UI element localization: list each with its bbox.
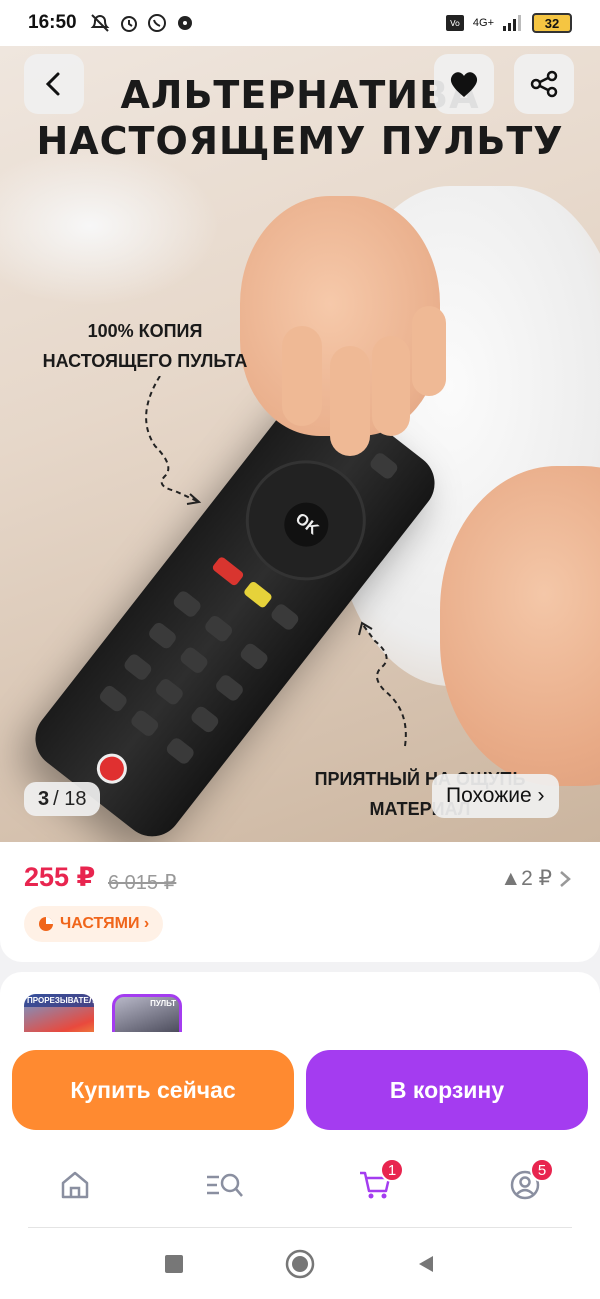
network-type: 4G+	[472, 17, 494, 29]
action-bar: Купить сейчас В корзину	[0, 1032, 600, 1142]
status-bar: 16:50 Vo 4G+ 32	[0, 0, 600, 46]
remote-button	[368, 450, 400, 482]
buy-now-button[interactable]: Купить сейчас	[12, 1050, 294, 1130]
bonus-points[interactable]: ▲2 ₽	[500, 866, 572, 891]
profile-badge: 5	[530, 1158, 554, 1182]
current-price: 255 ₽	[24, 862, 96, 892]
remote-yellow-button	[242, 580, 274, 609]
chevron-left-icon	[45, 72, 60, 96]
remote-button	[202, 613, 235, 644]
alarm-icon	[120, 16, 137, 32]
remote-button	[122, 651, 154, 683]
share-button[interactable]	[514, 54, 574, 114]
svg-text:Vo: Vo	[450, 19, 460, 28]
product-image-gallery[interactable]: OK АЛЬТЕРНАТИВА НАСТОЯЩЕМУ ПУЛЬТУ 100% К…	[0, 46, 600, 842]
tab-catalog[interactable]	[150, 1142, 300, 1228]
system-navigation-bar	[0, 1228, 600, 1299]
bottom-tab-bar: 1 5	[0, 1142, 600, 1228]
image-finger	[372, 336, 410, 436]
remote-button	[128, 708, 161, 739]
similar-button[interactable]: Похожие ›	[432, 774, 559, 818]
image-note-copy-line2: НАСТОЯЩЕГО ПУЛЬТА	[42, 351, 248, 371]
chat-icon	[177, 16, 192, 30]
remote-button	[269, 601, 301, 633]
remote-power-button	[90, 747, 133, 790]
home-circle-icon[interactable]	[285, 1249, 315, 1279]
remote-ok-label: OK	[275, 493, 338, 556]
image-finger	[282, 326, 322, 426]
remote-button	[164, 735, 197, 767]
remote-button	[178, 645, 210, 676]
remote-button	[213, 672, 246, 704]
remote-red-button	[211, 555, 245, 587]
image-counter: 3 / 18	[24, 782, 101, 816]
catalog-search-icon	[207, 1173, 243, 1197]
share-icon	[530, 70, 558, 98]
variant-thumb-label: ПРОРЕЗЫВАТЕЛЬ	[24, 994, 94, 1007]
remote-button	[189, 704, 221, 735]
image-counter-total: / 18	[53, 787, 87, 810]
image-note-copy: 100% КОПИЯ НАСТОЯЩЕГО ПУЛЬТА	[30, 316, 260, 376]
remote-button	[146, 620, 179, 651]
tab-home[interactable]	[0, 1142, 150, 1228]
chevron-right-icon	[560, 870, 571, 887]
bonus-points-value: ▲2 ₽	[500, 867, 552, 890]
status-notification-icons	[89, 13, 195, 33]
whatsapp-icon	[147, 14, 166, 32]
old-price: 6 015 ₽	[108, 872, 177, 894]
recents-icon[interactable]	[163, 1253, 185, 1275]
image-title-line2: НАСТОЯЩЕМУ ПУЛЬТУ	[36, 119, 564, 163]
mute-icon	[90, 14, 110, 32]
installments-label: ЧАСТЯМИ ›	[60, 915, 150, 932]
favorite-button[interactable]	[434, 54, 494, 114]
remote-button	[97, 683, 130, 714]
image-counter-current: 3	[38, 787, 50, 810]
image-finger	[330, 346, 370, 456]
dashed-arrow-icon	[358, 621, 407, 747]
image-note-copy-line1: 100% КОПИЯ	[87, 321, 203, 341]
image-finger	[412, 306, 446, 396]
dashed-arrow-icon	[145, 376, 202, 505]
remote-button	[238, 641, 270, 672]
add-to-cart-button[interactable]: В корзину	[306, 1050, 588, 1130]
heart-icon	[450, 72, 478, 97]
remote-button	[153, 676, 186, 707]
battery-icon: 32	[532, 13, 572, 33]
volte-icon: Vo	[445, 15, 464, 31]
image-title: АЛЬТЕРНАТИВА НАСТОЯЩЕМУ ПУЛЬТУ	[0, 72, 600, 164]
status-time: 16:50	[28, 12, 77, 33]
signal-icon	[503, 15, 521, 31]
tab-cart[interactable]: 1	[300, 1142, 450, 1228]
tab-profile[interactable]: 5	[450, 1142, 600, 1228]
cart-badge: 1	[380, 1158, 404, 1182]
price-card: 255 ₽ 6 015 ₽ ▲2 ₽ ЧАСТЯМИ ›	[0, 842, 600, 962]
back-triangle-icon[interactable]	[415, 1253, 437, 1275]
remote-button	[171, 588, 203, 620]
back-button[interactable]	[24, 54, 84, 114]
status-system-icons: Vo 4G+ 32	[445, 13, 572, 33]
installments-button[interactable]: ЧАСТЯМИ ›	[24, 906, 164, 942]
image-blanket	[0, 146, 220, 306]
remote-dpad: OK	[221, 436, 391, 605]
variant-thumb-label: ПУЛЬТ	[150, 999, 176, 1008]
image-title-line1: АЛЬТЕРНАТИВА	[120, 73, 480, 117]
home-icon	[61, 1171, 89, 1199]
pie-icon	[39, 917, 53, 931]
